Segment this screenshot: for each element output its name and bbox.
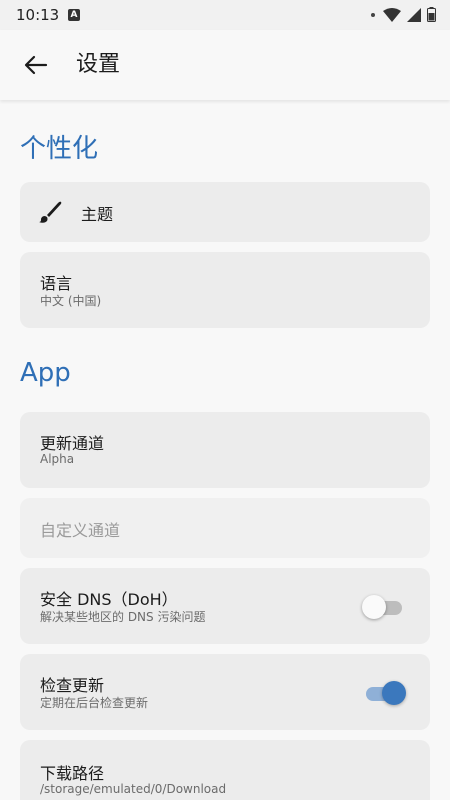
notification-icon: A	[68, 9, 80, 21]
setting-language-title: 语言	[40, 274, 73, 293]
page-title: 设置	[76, 52, 121, 77]
status-time: 10:13	[16, 6, 60, 24]
signal-icon	[407, 7, 421, 22]
section-title-app: App	[20, 358, 71, 388]
dot-icon	[371, 12, 375, 17]
status-bar: 10:13 A	[0, 0, 450, 30]
setting-custom-channel-title: 自定义通道	[40, 521, 121, 540]
setting-download-path-title: 下载路径	[40, 764, 105, 783]
setting-download-path[interactable]: 下载路径 /storage/emulated/0/Download	[20, 740, 430, 800]
app-bar: 设置	[0, 30, 450, 100]
status-icons	[371, 7, 436, 22]
brush-icon	[39, 201, 62, 223]
setting-custom-channel[interactable]: 自定义通道	[20, 498, 430, 558]
setting-check-updates-desc: 定期在后台检查更新	[40, 696, 149, 710]
setting-check-updates[interactable]: 检查更新 定期在后台检查更新	[20, 654, 430, 730]
setting-secure-dns-desc: 解决某些地区的 DNS 污染问题	[40, 610, 206, 624]
setting-update-channel[interactable]: 更新通道 Alpha	[20, 412, 430, 488]
setting-theme[interactable]: 主题	[20, 182, 430, 242]
toggle-thumb	[382, 681, 406, 705]
section-title-personalize: 个性化	[20, 134, 99, 164]
wifi-icon	[383, 7, 401, 22]
setting-check-updates-title: 检查更新	[40, 676, 105, 695]
toggle-thumb	[362, 595, 386, 619]
check-updates-toggle[interactable]	[362, 681, 406, 705]
setting-language-value: 中文 (中国)	[40, 294, 102, 308]
battery-icon	[427, 7, 436, 22]
setting-download-path-value: /storage/emulated/0/Download	[40, 782, 227, 796]
setting-secure-dns-title: 安全 DNS（DoH）	[40, 590, 178, 609]
back-button[interactable]	[20, 50, 52, 80]
setting-secure-dns[interactable]: 安全 DNS（DoH） 解决某些地区的 DNS 污染问题	[20, 568, 430, 644]
setting-update-channel-title: 更新通道	[40, 434, 105, 453]
setting-theme-title: 主题	[81, 205, 114, 224]
arrow-left-icon	[24, 55, 48, 75]
setting-language[interactable]: 语言 中文 (中国)	[20, 252, 430, 328]
setting-update-channel-value: Alpha	[40, 452, 75, 466]
secure-dns-toggle[interactable]	[362, 595, 406, 619]
